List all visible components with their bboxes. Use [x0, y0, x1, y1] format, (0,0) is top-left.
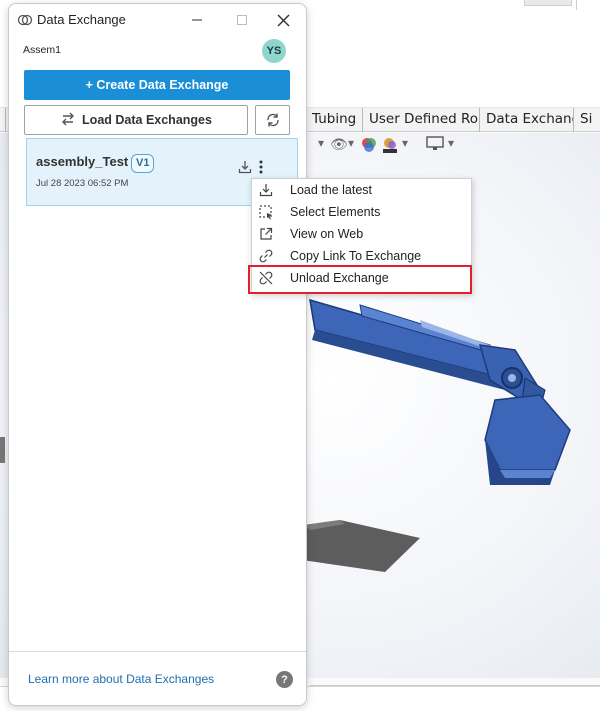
ribbon-button[interactable] — [524, 0, 572, 6]
learn-more-link[interactable]: Learn more about Data Exchanges — [28, 672, 214, 686]
panel-titlebar[interactable]: Data Exchange — [9, 4, 306, 36]
cad-tab-partial[interactable] — [0, 108, 6, 132]
exchange-name: assembly_Test — [36, 154, 129, 169]
refresh-icon — [266, 113, 279, 127]
cad-tab-si[interactable]: Si — [574, 108, 600, 132]
cad-status-divider — [310, 676, 600, 686]
version-badge: V1 — [131, 154, 155, 173]
assembly-name: Assem1 — [23, 44, 61, 56]
menu-item-label: View on Web — [290, 227, 364, 241]
menu-item-load-latest[interactable]: Load the latest — [252, 179, 471, 201]
menu-item-label: Select Elements — [290, 205, 381, 219]
maximize-button[interactable] — [232, 10, 252, 30]
cad-tab-tubing[interactable]: Tubing — [306, 108, 363, 132]
ribbon-divider — [576, 0, 577, 10]
data-exchange-app-icon — [17, 12, 33, 28]
cad-side-handle[interactable] — [0, 437, 5, 463]
cad-tab-user-defined-route[interactable]: User Defined Route — [363, 108, 480, 132]
menu-item-select-elements[interactable]: Select Elements — [252, 201, 471, 223]
refresh-button[interactable] — [255, 105, 290, 135]
data-exchange-panel: Data Exchange Assem1 YS + Create Data Ex… — [8, 3, 307, 706]
menu-item-copy-link[interactable]: Copy Link To Exchange — [252, 245, 471, 267]
exchange-date: Jul 28 2023 06:52 PM — [36, 178, 129, 189]
menu-item-label: Copy Link To Exchange — [290, 249, 422, 263]
help-icon[interactable]: ? — [276, 671, 293, 688]
external-link-icon — [258, 226, 274, 242]
panel-title: Data Exchange — [37, 12, 126, 27]
load-data-exchanges-label: Load Data Exchanges — [82, 113, 212, 127]
link-icon — [258, 248, 274, 264]
more-options-icon[interactable] — [257, 159, 265, 175]
swap-arrows-icon — [60, 112, 76, 129]
close-icon — [277, 14, 289, 26]
minimize-button[interactable] — [187, 10, 207, 30]
user-avatar[interactable]: YS — [262, 39, 286, 63]
load-data-exchanges-button[interactable]: Load Data Exchanges — [24, 105, 248, 135]
download-icon[interactable] — [238, 160, 252, 174]
create-data-exchange-button[interactable]: + Create Data Exchange — [24, 70, 290, 100]
menu-item-view-on-web[interactable]: View on Web — [252, 223, 471, 245]
highlight-box — [248, 265, 472, 294]
close-button[interactable] — [273, 10, 293, 30]
menu-item-label: Load the latest — [290, 183, 373, 197]
select-elements-icon — [258, 204, 274, 220]
download-icon — [258, 182, 274, 198]
footer-divider — [9, 651, 306, 652]
cad-tab-data-exchange[interactable]: Data Exchange — [480, 108, 574, 132]
